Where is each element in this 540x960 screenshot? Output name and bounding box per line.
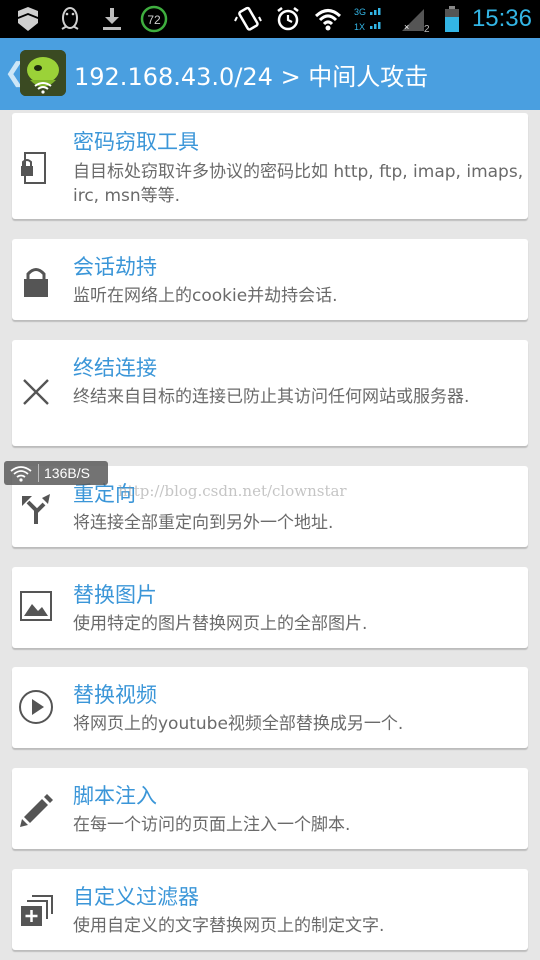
item-description: 自目标处窃取许多协议的密码比如 http, ftp, imap, imaps, … [73,162,524,206]
page-title: 192.168.43.0/24 > 中间人攻击 [74,63,429,91]
battery-icon [444,6,459,32]
redirect-icon [22,494,50,524]
list-item-session-hijacker[interactable]: 会话劫持 监听在网络上的cookie并劫持会话. [12,239,528,320]
action-bar: ❮ 192.168.43.0/24 > 中间人攻击 [0,38,540,110]
network-speed-badge: 136B/S [4,461,108,485]
list-item-password-sniffer[interactable]: 密码窃取工具 自目标处窃取许多协议的密码比如 http, ftp, imap, … [12,113,528,219]
badge-count: 72 [147,13,161,27]
alarm-icon [277,7,299,31]
vibrate-icon [234,6,262,31]
item-title: 自定义过滤器 [73,885,199,909]
clock: 15:36 [471,5,532,32]
item-description: 将连接全部重定向到另外一个地址. [73,513,334,533]
android-hacker-icon [20,50,66,96]
speed-text: 136B/S [44,465,90,481]
play-icon [19,690,53,724]
list-item-replace-videos[interactable]: 替换视频 将网页上的youtube视频全部替换成另一个. [12,667,528,748]
add-filter-icon [21,895,53,926]
lock-icon [24,268,48,297]
close-icon [23,379,49,405]
svg-text:×: × [404,22,409,32]
wifi-icon [314,9,341,31]
list-item-custom-filter[interactable]: 自定义过滤器 使用自定义的文字替换网页上的制定文字. [12,869,528,950]
list-item-kill-connections[interactable]: 终结连接 终结来自目标的连接已防止其访问任何网站或服务器. [12,340,528,446]
signal-3g-icon: 3G 1X [354,7,381,32]
image-icon [20,591,52,621]
list-item-script-injection[interactable]: 脚本注入 在每一个访问的页面上注入一个脚本. [12,768,528,849]
network-type-2: 1X [354,22,365,32]
battery-badge-icon: 72 [140,5,168,33]
item-description: 监听在网络上的cookie并劫持会话. [73,286,338,306]
item-title: 替换图片 [73,583,157,607]
download-icon [103,8,121,30]
wifi-icon [10,466,32,482]
item-title: 脚本注入 [73,784,157,808]
penguin-icon [61,7,79,30]
status-bar: 72 3G 1X × 2 15:36 [0,0,540,38]
item-description: 将网页上的youtube视频全部替换成另一个. [73,714,404,734]
item-description: 终结来自目标的连接已防止其访问任何网站或服务器. [73,387,470,407]
divider [38,464,39,482]
status-bar-right: 3G 1X × 2 15:36 [234,0,532,38]
item-description: 使用特定的图片替换网页上的全部图片. [73,614,368,634]
pencil-icon [20,794,53,827]
signal-icon: × 2 [401,9,430,33]
item-title: 替换视频 [73,683,157,707]
item-description: 使用自定义的文字替换网页上的制定文字. [73,916,385,936]
status-bar-left: 72 [14,5,168,33]
item-title: 终结连接 [73,356,157,380]
item-title: 会话劫持 [73,255,157,279]
list-item-replace-images[interactable]: 替换图片 使用特定的图片替换网页上的全部图片. [12,567,528,648]
watermark: http://blog.csdn.net/clownstar [118,482,347,500]
app-logo[interactable] [20,50,66,96]
sim-badge: 2 [424,24,430,33]
network-type: 3G [354,7,366,17]
shield-icon [18,7,38,31]
item-title: 密码窃取工具 [73,130,199,154]
item-description: 在每一个访问的页面上注入一个脚本. [73,815,351,835]
phone-lock-icon [21,152,46,184]
